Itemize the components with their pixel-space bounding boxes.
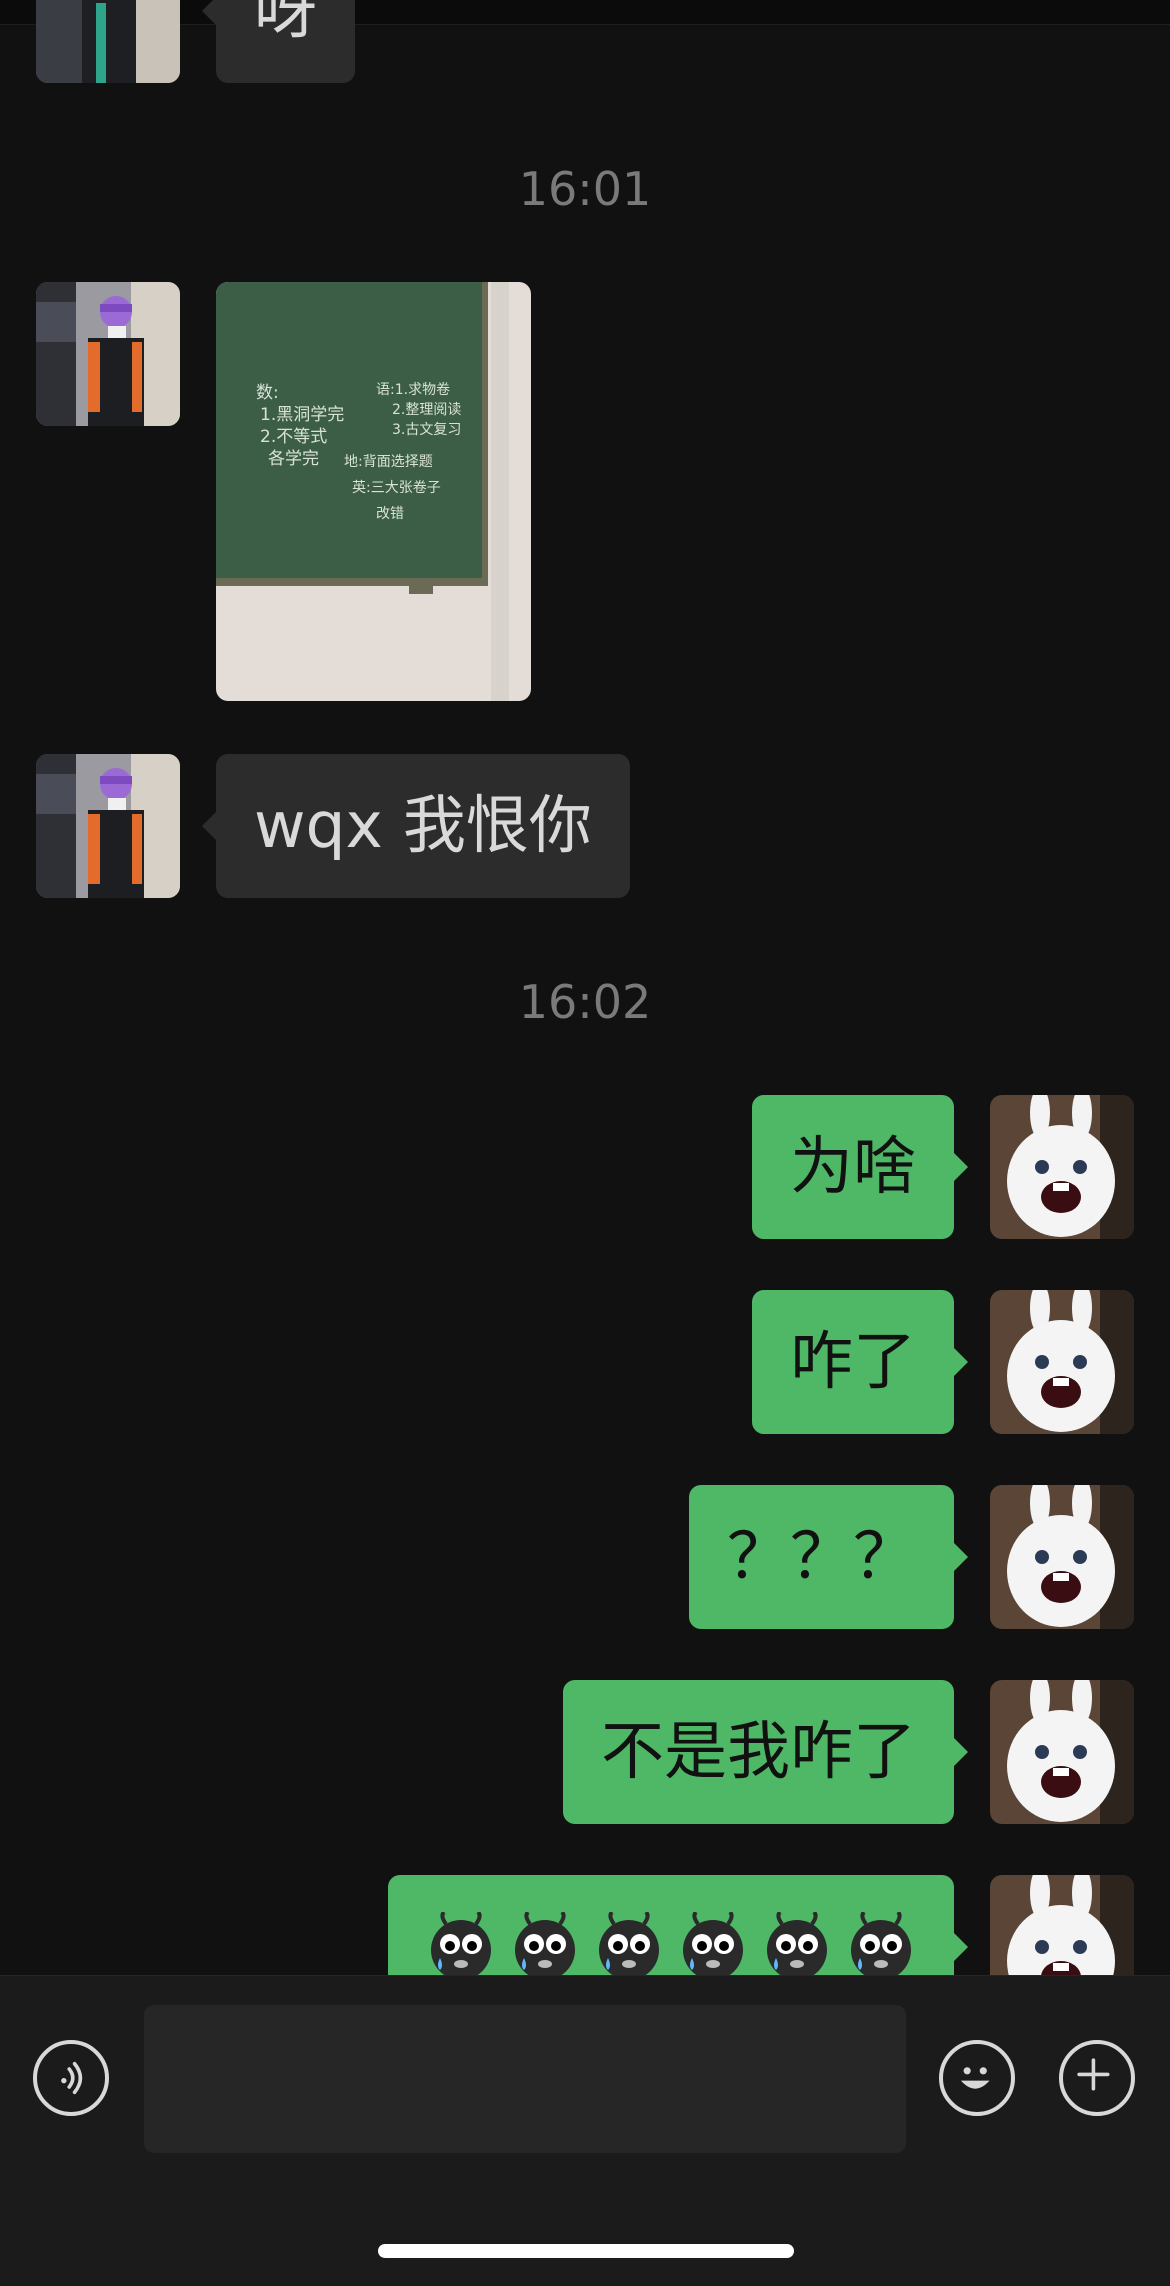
contact-avatar[interactable] <box>36 0 180 83</box>
message-input[interactable] <box>144 2005 906 2153</box>
crying-face-emoji <box>851 1912 911 1975</box>
my-avatar[interactable] <box>990 1485 1134 1629</box>
timestamp: 16:01 <box>518 162 652 216</box>
home-indicator[interactable] <box>378 2244 794 2258</box>
message-text: 呀 <box>254 0 317 47</box>
chalk-text: 2.不等式 <box>260 427 327 447</box>
contact-avatar[interactable] <box>36 282 180 426</box>
crying-face-emoji <box>431 1912 491 1975</box>
message-text: wqx 我恨你 <box>254 789 592 862</box>
message-bubble-outgoing-emoji[interactable] <box>388 1875 968 1975</box>
chalk-text: 各学完 <box>268 449 319 469</box>
message-bubble-incoming[interactable]: wqx 我恨你 <box>202 754 630 898</box>
chalk-text: 3.古文复习 <box>392 421 461 438</box>
contact-avatar[interactable] <box>36 754 180 898</box>
smiley-icon[interactable] <box>939 2040 1015 2116</box>
emoji-row <box>426 1875 916 1975</box>
message-bubble-incoming[interactable]: 呀 <box>202 0 355 83</box>
chalk-text: 语:1.求物卷 <box>376 382 450 398</box>
my-avatar[interactable] <box>990 1290 1134 1434</box>
message-text: ？？？ <box>727 1520 916 1593</box>
chalk-text: 数: <box>256 383 279 403</box>
message-text: 不是我咋了 <box>601 1715 916 1788</box>
crying-face-emoji <box>767 1912 827 1975</box>
my-avatar[interactable] <box>990 1095 1134 1239</box>
chat-image-blackboard[interactable]: 数: 1.黑洞学完 2.不等式 各学完 语:1.求物卷 2.整理阅读 3.古文复… <box>216 282 531 701</box>
crying-face-emoji <box>599 1912 659 1975</box>
chat-area[interactable]: 呀 16:01 数: 1.黑洞学完 2.不等式 各学完 语:1.求物卷 2.整理… <box>0 0 1170 1975</box>
crying-face-emoji <box>515 1912 575 1975</box>
my-avatar[interactable] <box>990 1875 1134 1975</box>
chalk-text: 英:三大张卷子 <box>352 479 441 496</box>
my-avatar[interactable] <box>990 1680 1134 1824</box>
plus-circle-icon[interactable] <box>1059 2040 1135 2116</box>
voice-icon[interactable] <box>33 2040 109 2116</box>
timestamp: 16:02 <box>518 975 652 1029</box>
message-bubble-outgoing[interactable]: ？？？ <box>689 1485 968 1629</box>
message-bubble-outgoing[interactable]: 不是我咋了 <box>563 1680 968 1824</box>
message-bubble-outgoing[interactable]: 为啥 <box>752 1095 968 1239</box>
message-bubble-outgoing[interactable]: 咋了 <box>752 1290 968 1434</box>
chalk-text: 1.黑洞学完 <box>260 405 344 425</box>
chalk-text: 2.整理阅读 <box>392 401 461 418</box>
message-text: 咋了 <box>790 1325 916 1398</box>
chalk-text: 地:背面选择题 <box>344 454 433 470</box>
chalk-text: 改错 <box>376 506 404 522</box>
crying-face-emoji <box>683 1912 743 1975</box>
input-bar <box>0 1975 1170 2286</box>
message-text: 为啥 <box>790 1130 916 1203</box>
